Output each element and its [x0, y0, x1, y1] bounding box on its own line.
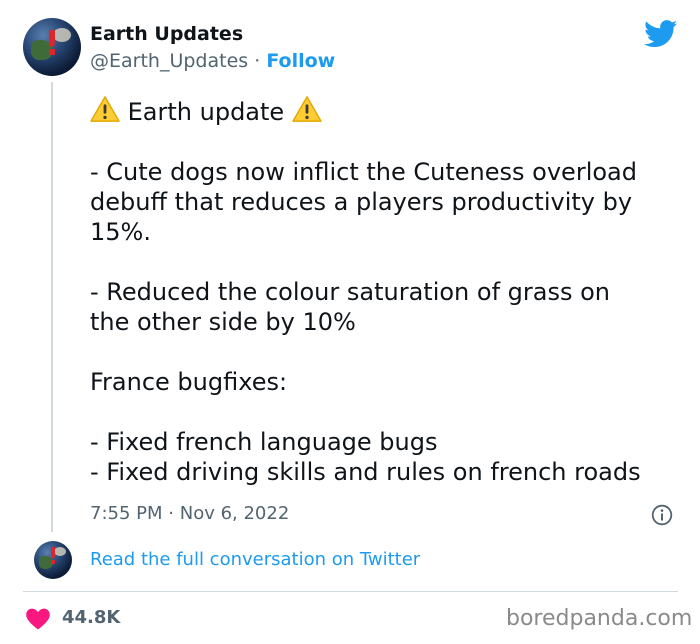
tweet-line: France bugfixes: — [90, 368, 288, 396]
tweet-body: Earth update - Cute dogs now inflict the… — [90, 95, 690, 487]
twitter-bird-icon[interactable] — [644, 20, 678, 48]
tweet-line: - Reduced the colour saturation of grass… — [90, 278, 610, 306]
like-count[interactable]: 44.8K — [62, 607, 120, 628]
account-name[interactable]: Earth Updates — [90, 23, 243, 45]
tweet-line: 15%. — [90, 218, 151, 246]
avatar-exclamation-icon: ! — [47, 544, 59, 570]
tweet-date: Nov 6, 2022 — [179, 503, 290, 524]
tweet-line: - Fixed french language bugs — [90, 428, 438, 456]
info-icon[interactable] — [651, 504, 673, 526]
tweet-title-line: Earth update — [90, 95, 690, 127]
tweet-line: debuff that reduces a players productivi… — [90, 188, 633, 216]
read-full-conversation-link[interactable]: Read the full conversation on Twitter — [90, 549, 420, 570]
profile-avatar[interactable]: ! — [23, 18, 81, 76]
heart-icon[interactable] — [25, 607, 51, 631]
handle-separator: · — [254, 50, 261, 72]
timestamp-separator: · — [168, 503, 174, 524]
tweet-line: the other side by 10% — [90, 308, 356, 336]
watermark: boredpanda.com — [506, 606, 693, 631]
thread-line — [51, 82, 53, 532]
divider — [23, 591, 678, 592]
tweet-timestamp[interactable]: 7:55 PM · Nov 6, 2022 — [90, 503, 289, 524]
avatar-exclamation-icon: ! — [44, 24, 60, 64]
tweet-title: Earth update — [127, 98, 285, 126]
account-handle-row: @Earth_Updates · Follow — [90, 50, 335, 72]
tweet-line: - Fixed driving skills and rules on fren… — [90, 458, 641, 486]
conversation-avatar[interactable]: ! — [34, 541, 72, 579]
tweet-time: 7:55 PM — [90, 503, 163, 524]
tweet-line: - Cute dogs now inflict the Cuteness ove… — [90, 158, 637, 186]
account-handle[interactable]: @Earth_Updates — [90, 50, 248, 72]
warning-emoji-icon — [292, 96, 322, 122]
follow-button[interactable]: Follow — [266, 50, 335, 72]
warning-emoji-icon — [90, 96, 120, 122]
